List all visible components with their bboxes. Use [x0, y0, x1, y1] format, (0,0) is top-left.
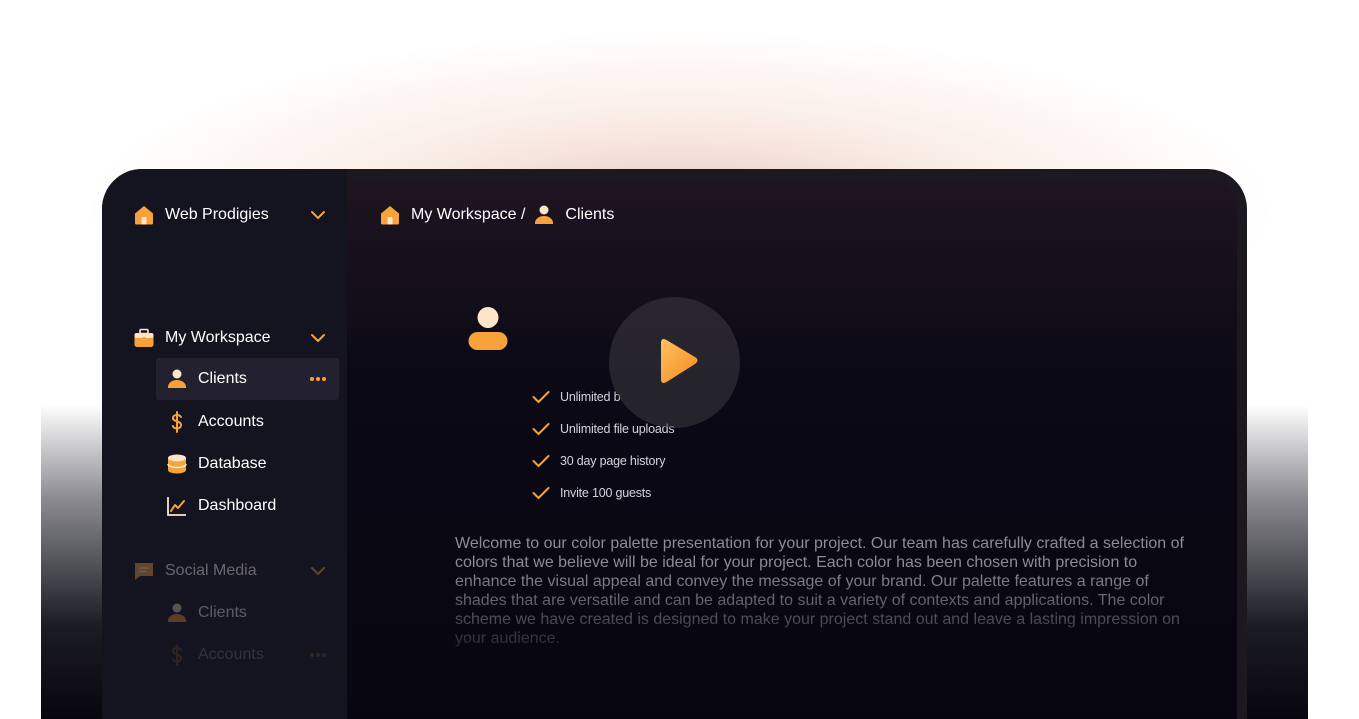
breadcrumb-current: Clients [565, 206, 615, 223]
feature-label: 30 day page history [560, 454, 666, 468]
sidebar-item-clients[interactable]: Clients [156, 358, 339, 400]
database-icon [166, 453, 188, 475]
home-icon [379, 204, 401, 226]
play-button[interactable] [609, 297, 740, 428]
sidebar-item-label: Accounts [198, 646, 264, 663]
check-icon [532, 455, 550, 467]
feature-item: Invite 100 guests [532, 486, 651, 500]
feature-label: Unlimited b [560, 390, 621, 404]
sidebar-item-label: Database [198, 455, 267, 472]
play-icon [660, 338, 697, 383]
main-panel: My Workspace / Clients Unlimited b Unlim… [347, 179, 1237, 719]
user-icon [533, 204, 555, 226]
sidebar-item-label: Clients [198, 370, 247, 387]
workspace-name: Web Prodigies [165, 206, 269, 223]
home-icon [133, 204, 155, 226]
workspace-switcher[interactable]: Web Prodigies [133, 204, 329, 226]
check-icon [532, 391, 550, 403]
sidebar-item-accounts[interactable]: Accounts [166, 644, 336, 666]
sidebar-item-label: Dashboard [198, 497, 277, 514]
chart-icon [166, 495, 188, 517]
user-icon [166, 602, 188, 624]
user-icon [467, 307, 509, 358]
user-icon [166, 368, 188, 390]
sidebar-item-database[interactable]: Database [166, 453, 336, 475]
section-label: My Workspace [165, 329, 271, 346]
more-icon[interactable] [308, 646, 328, 669]
briefcase-icon [133, 327, 155, 349]
feature-label: Invite 100 guests [560, 486, 652, 500]
description-text: Welcome to our color palette presentatio… [455, 535, 1184, 647]
chevron-down-icon[interactable] [308, 561, 328, 586]
dollar-icon [166, 411, 188, 433]
section-label: Social Media [165, 562, 257, 579]
check-icon [532, 423, 550, 435]
check-icon [532, 487, 550, 499]
feature-item: 30 day page history [532, 454, 666, 468]
chevron-down-icon[interactable] [308, 328, 328, 353]
message-icon [133, 560, 155, 582]
sidebar-item-label: Clients [198, 604, 247, 621]
app-window: Web Prodigies My Workspace Clients Accou… [102, 169, 1247, 719]
section-social-media[interactable]: Social Media [133, 560, 329, 582]
more-icon[interactable] [308, 370, 328, 393]
dollar-icon [166, 644, 188, 666]
feature-item: Unlimited b [532, 390, 621, 404]
breadcrumb: My Workspace / Clients [379, 204, 614, 226]
breadcrumb-parent[interactable]: My Workspace / [411, 206, 525, 224]
section-my-workspace[interactable]: My Workspace [133, 327, 329, 349]
sidebar-item-clients[interactable]: Clients [166, 602, 336, 624]
sidebar-item-dashboard[interactable]: Dashboard [166, 495, 336, 517]
sidebar-item-label: Accounts [198, 413, 264, 430]
sidebar-item-accounts[interactable]: Accounts [166, 411, 336, 433]
chevron-down-icon[interactable] [308, 205, 328, 230]
sidebar: Web Prodigies My Workspace Clients Accou… [102, 169, 347, 719]
